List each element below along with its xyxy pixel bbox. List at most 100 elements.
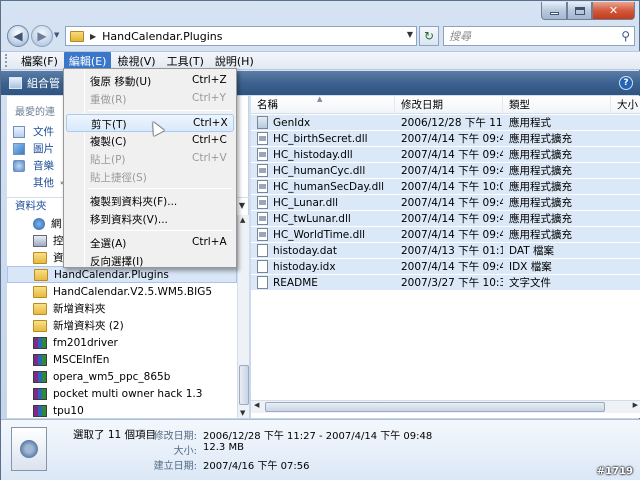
file-type: 應用程式擴充: [509, 181, 572, 193]
menu-edit[interactable]: 編輯(E): [63, 51, 112, 70]
column-name[interactable]: ▲ 名稱: [251, 95, 395, 114]
file-row[interactable]: HC_humanCyc.dll 2007/4/14 下午 09:48 應用程式擴充: [251, 163, 640, 179]
column-type[interactable]: 類型: [503, 96, 611, 114]
network-icon: [33, 217, 45, 230]
search-input[interactable]: 搜尋 ⚲: [443, 26, 635, 46]
favorite-pictures[interactable]: 圖片: [13, 140, 64, 157]
help-icon[interactable]: ?: [619, 76, 633, 90]
scroll-thumb[interactable]: [239, 365, 249, 405]
file-row[interactable]: HC_birthSecret.dll 2007/4/14 下午 09:48 應用程式…: [251, 131, 640, 147]
breadcrumb-arrow-icon[interactable]: ▶: [90, 32, 96, 41]
file-name-cell: HC_humanCyc.dll: [251, 164, 395, 177]
file-date: 2007/4/14 下午 09:49: [401, 261, 503, 273]
file-name: HC_Lunar.dll: [273, 196, 339, 209]
forward-button[interactable]: ▶: [31, 25, 53, 47]
scroll-thumb[interactable]: [265, 402, 605, 412]
menu-view[interactable]: 檢視(V): [112, 52, 160, 70]
maximize-icon: [574, 6, 585, 15]
tree-node[interactable]: tpu10: [7, 402, 237, 419]
rar-icon: [33, 387, 47, 400]
scroll-down-icon[interactable]: ▼: [240, 409, 245, 417]
minimize-button[interactable]: [541, 2, 567, 20]
address-bar[interactable]: ▶ HandCalendar.Plugins ▼: [65, 26, 417, 46]
edit-menu-item[interactable]: 移到資料夾(V)...: [66, 210, 234, 228]
file-type: 應用程式: [509, 117, 551, 129]
tree-node[interactable]: HandCalendar.V2.5.WM5.BIG5: [7, 283, 237, 300]
application-icon: [257, 116, 268, 129]
file-row[interactable]: histoday.dat 2007/4/13 下午 01:13 DAT 檔案: [251, 243, 640, 259]
close-button[interactable]: ✕: [592, 2, 635, 20]
menu-item-shortcut: Ctrl+Z: [192, 74, 227, 86]
favorite-more[interactable]: 其他»: [13, 174, 64, 191]
file-date: 2007/4/14 下午 09:48: [401, 165, 503, 177]
file-name-cell: HC_Lunar.dll: [251, 196, 395, 209]
tree-node[interactable]: opera_wm5_ppc_865b: [7, 368, 237, 385]
refresh-button[interactable]: ↻: [419, 26, 439, 46]
file-row[interactable]: HC_WorldTime.dll 2007/4/14 下午 09:48 應用程式擴充: [251, 227, 640, 243]
scroll-left-icon[interactable]: ◀: [254, 401, 259, 409]
column-date-modified[interactable]: 修改日期: [395, 96, 503, 114]
file-list-hscrollbar[interactable]: ◀ ▶: [251, 400, 640, 413]
edit-menu-item[interactable]: 全選(A) Ctrl+A: [66, 234, 234, 252]
tree-node-label: 網: [51, 218, 62, 230]
file-name-cell: README: [251, 276, 395, 289]
file-type: 應用程式擴充: [509, 229, 572, 241]
detail-label: 修改日期:: [153, 431, 197, 442]
file-row[interactable]: README 2007/3/27 下午 10:38 文字文件: [251, 275, 640, 291]
column-headers: ▲ 名稱 修改日期 類型 大小: [251, 95, 640, 114]
favorite-music[interactable]: 音樂: [13, 157, 64, 174]
file-icon: [257, 276, 268, 289]
address-dropdown-icon[interactable]: ▼: [407, 30, 413, 39]
tree-node[interactable]: fm201driver: [7, 334, 237, 351]
tree-node[interactable]: MSCEInfEn: [7, 351, 237, 368]
favorite-documents[interactable]: 文件: [13, 123, 64, 140]
file-row[interactable]: HC_twLunar.dll 2007/4/14 下午 09:49 應用程式擴充: [251, 211, 640, 227]
file-row[interactable]: HC_Lunar.dll 2007/4/14 下午 09:48 應用程式擴充: [251, 195, 640, 211]
menu-grip: [5, 54, 8, 67]
tree-node[interactable]: pocket multi owner hack 1.3: [7, 385, 237, 402]
file-date: 2007/4/14 下午 10:06: [401, 181, 503, 193]
detail-value: 2006/12/28 下午 11:27 - 2007/4/14 下午 09:48: [203, 431, 433, 442]
back-button[interactable]: ◀: [7, 25, 29, 47]
tree-node-label: opera_wm5_ppc_865b: [53, 370, 171, 383]
file-name: HC_humanCyc.dll: [273, 164, 366, 177]
edit-menu-item[interactable]: 複製(C) Ctrl+C: [66, 132, 234, 150]
file-date: 2007/4/14 下午 09:48: [401, 133, 503, 145]
file-row[interactable]: HC_humanSecDay.dll 2007/4/14 下午 10:06 應用程式…: [251, 179, 640, 195]
menu-file[interactable]: 檔案(F): [16, 52, 63, 70]
edit-menu-item[interactable]: 複製到資料夾(F)...: [66, 192, 234, 210]
edit-menu-dropdown: 復原 移動(U) Ctrl+Z 重做(R) Ctrl+Y 剪下(T) Ctrl+X 複製(C…: [63, 68, 237, 268]
search-icon[interactable]: ⚲: [621, 29, 630, 43]
menu-item-label: 重做(R): [90, 94, 127, 106]
file-date: 2007/4/14 下午 09:48: [401, 197, 503, 209]
file-row[interactable]: HC_histoday.dll 2007/4/14 下午 09:48 應用程式擴充: [251, 147, 640, 163]
menu-item-label: 全選(A): [90, 238, 127, 250]
file-row[interactable]: histoday.idx 2007/4/14 下午 09:49 IDX 檔案: [251, 259, 640, 275]
column-size[interactable]: 大小: [611, 96, 640, 114]
organize-button[interactable]: 組合管: [27, 75, 60, 91]
menu-tools[interactable]: 工具(T): [162, 52, 209, 70]
edit-menu-item: 重做(R) Ctrl+Y: [66, 90, 234, 108]
folder-tree-scrollbar[interactable]: ▲ ▼: [237, 215, 249, 418]
chevron-down-icon[interactable]: ▼: [239, 201, 245, 210]
menu-help[interactable]: 說明(H): [210, 52, 259, 70]
maximize-button[interactable]: [567, 2, 592, 20]
recent-pages-dropdown-icon[interactable]: ▼: [54, 31, 59, 39]
tree-node-label: tpu10: [53, 404, 84, 417]
tree-node-label: 控: [53, 235, 64, 247]
menu-item-label: 反向選擇(I): [90, 256, 144, 268]
file-row[interactable]: GenIdx 2006/12/28 下午 11... 應用程式: [251, 115, 640, 131]
tree-node[interactable]: 新增資料夾 (2): [7, 317, 237, 334]
edit-menu-item[interactable]: 反向選擇(I): [66, 252, 234, 270]
tree-node-label: HandCalendar.Plugins: [54, 268, 169, 281]
file-name: HC_histoday.dll: [273, 148, 353, 161]
scroll-right-icon[interactable]: ▶: [633, 401, 638, 409]
address-path[interactable]: HandCalendar.Plugins: [102, 30, 222, 43]
tree-node[interactable]: 新增資料夾: [7, 300, 237, 317]
file-list: ▲ 名稱 修改日期 類型 大小 GenIdx 2006/12/28 下午 11...…: [251, 95, 640, 418]
menu-item-shortcut: Ctrl+Y: [192, 92, 226, 104]
edit-menu-item[interactable]: 復原 移動(U) Ctrl+Z: [66, 72, 234, 90]
scroll-up-icon[interactable]: ▲: [240, 216, 245, 224]
file-type: 應用程式擴充: [509, 197, 572, 209]
menu-item-label: 剪下(T): [91, 119, 127, 131]
